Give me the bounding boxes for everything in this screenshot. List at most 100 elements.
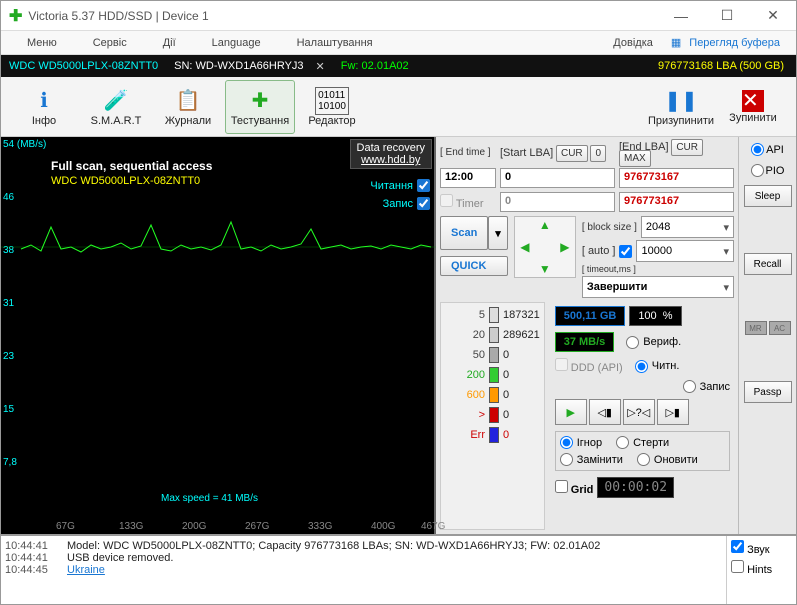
scan-dropdown-button[interactable]: ▾	[488, 216, 508, 250]
stat-label: Err	[445, 429, 485, 441]
log-message: USB device removed.	[67, 552, 173, 564]
stat-label: 5	[445, 309, 485, 321]
log-link[interactable]: Ukraine	[67, 564, 105, 576]
hints-checkbox[interactable]: Hints	[731, 560, 792, 576]
action-ignore-radio[interactable]: Ігнор	[560, 436, 602, 449]
menu-service[interactable]: Сервіс	[75, 37, 145, 49]
percent-display: 100 %	[629, 306, 681, 326]
endlba-max-button[interactable]: MAX	[619, 150, 651, 167]
arrow-down-button[interactable]: ▼	[537, 261, 553, 277]
timer-checkbox[interactable]: Timer	[440, 194, 496, 210]
play-button[interactable]: ▶	[555, 399, 587, 425]
recall-button[interactable]: Recall	[744, 253, 792, 275]
titlebar: ✚ Victoria 5.37 HDD/SSD | Device 1 — ☐ ✕	[1, 1, 796, 31]
mode-read-radio[interactable]: Читн.	[635, 360, 680, 373]
tab-editor[interactable]: 0101110100 Редактор	[297, 80, 367, 134]
blocksize-dropdown[interactable]: 2048	[641, 216, 734, 238]
journals-icon: 📋	[176, 87, 201, 115]
ddd-checkbox[interactable]: DDD (API)	[555, 358, 623, 374]
quick-button[interactable]: QUICK	[440, 256, 508, 276]
navigation-arrows: ▲ ▼ ◀ ▶	[514, 216, 576, 278]
device-fw: Fw: 02.01A02	[333, 60, 417, 72]
log-message: Model: WDC WD5000LPLX-08ZNTT0; Capacity …	[67, 540, 600, 552]
log-options: Звук Hints	[726, 536, 796, 604]
pause-button[interactable]: ❚❚ Призупинити	[646, 80, 716, 134]
x-tick: 400G	[371, 521, 395, 532]
buffer-view-link[interactable]: Перегляд буфера	[681, 37, 788, 49]
tab-testing[interactable]: ✚ Тестування	[225, 80, 295, 134]
menu-actions[interactable]: Дії	[145, 37, 194, 49]
main-toolbar: ℹ Інфо 🧪 S.M.A.R.T 📋 Журнали ✚ Тестуванн…	[1, 77, 796, 137]
endlba-input[interactable]: 976773167	[619, 168, 734, 188]
x-tick: 333G	[308, 521, 332, 532]
tag-ac[interactable]: AC	[769, 321, 791, 335]
endlba-cur-button[interactable]: CUR	[671, 139, 703, 156]
tab-smart[interactable]: 🧪 S.M.A.R.T	[81, 80, 151, 134]
auto-label: [ auto ]	[582, 245, 616, 257]
sleep-button[interactable]: Sleep	[744, 185, 792, 207]
startlba-zero-button[interactable]: 0	[590, 145, 606, 162]
x-tick: 467G	[421, 521, 445, 532]
sound-checkbox[interactable]: Звук	[731, 540, 792, 556]
stat-swatch	[489, 347, 499, 363]
action-replace-radio[interactable]: Замінити	[560, 453, 623, 466]
passp-button[interactable]: Passp	[744, 381, 792, 403]
log-timestamp: 10:44:41	[5, 540, 59, 552]
stat-value: 0	[503, 369, 509, 381]
startlba-cur-button[interactable]: CUR	[556, 145, 588, 162]
stat-swatch	[489, 427, 499, 443]
mode-write-radio[interactable]: Запис	[683, 380, 730, 393]
step-fwd-button[interactable]: ▷▮	[657, 399, 689, 425]
timeout-dropdown[interactable]: 10000	[636, 240, 734, 262]
smart-icon: 🧪	[104, 87, 129, 115]
grid-checkbox[interactable]: Grid	[555, 480, 594, 496]
pio-radio[interactable]: PIO	[751, 164, 785, 177]
minimize-button[interactable]: —	[666, 6, 696, 26]
status-panel: 500,11 GB 100 % 37 MB/s Вериф. DDD (API)…	[551, 302, 734, 530]
stat-value: 0	[503, 349, 509, 361]
endlba-header: [End LBA] CUR MAX	[619, 141, 734, 164]
arrow-up-button[interactable]: ▲	[537, 217, 553, 233]
stat-value: 0	[503, 389, 509, 401]
menu-menu[interactable]: Меню	[9, 37, 75, 49]
log-timestamp: 10:44:45	[5, 564, 59, 576]
stop-button[interactable]: ✕ Зупинити	[718, 80, 788, 134]
api-radio[interactable]: API	[751, 143, 784, 156]
scan-button[interactable]: Scan	[440, 216, 488, 250]
arrow-left-button[interactable]: ◀	[517, 239, 533, 255]
auto-checkbox[interactable]	[619, 245, 632, 258]
action-erase-radio[interactable]: Стерти	[616, 436, 669, 449]
menu-help[interactable]: Довідка	[595, 37, 671, 49]
x-tick: 133G	[119, 521, 143, 532]
startlba-input[interactable]: 0	[500, 168, 615, 188]
stat-label: 200	[445, 369, 485, 381]
stop-icon: ✕	[742, 90, 764, 112]
menu-language[interactable]: Language	[194, 37, 279, 49]
mode-verify-radio[interactable]: Вериф.	[626, 336, 681, 349]
x-tick: 267G	[245, 521, 269, 532]
action-refresh-radio[interactable]: Оновити	[637, 453, 698, 466]
volume-display: 500,11 GB	[555, 306, 626, 326]
close-button[interactable]: ✕	[758, 6, 788, 26]
speed-graph: 54 (MB/s) 46 38 31 23 15 7,8 Full scan, …	[1, 137, 436, 534]
stat-swatch	[489, 307, 499, 323]
buffer-icon: ▦	[671, 36, 681, 49]
tab-journals[interactable]: 📋 Журнали	[153, 80, 223, 134]
endtime-input[interactable]: 12:00	[440, 168, 496, 188]
stop-label: Зупинити	[729, 112, 777, 124]
testing-icon: ✚	[252, 87, 269, 115]
maximize-button[interactable]: ☐	[712, 6, 742, 26]
stat-swatch	[489, 387, 499, 403]
tag-mr[interactable]: MR	[745, 321, 767, 335]
tab-close-icon[interactable]: ✕	[308, 60, 333, 73]
tab-editor-label: Редактор	[308, 115, 355, 127]
tab-info[interactable]: ℹ Інфо	[9, 80, 79, 134]
arrow-right-button[interactable]: ▶	[557, 239, 573, 255]
stat-swatch	[489, 407, 499, 423]
finish-action-dropdown[interactable]: Завершити	[582, 276, 734, 298]
playback-controls: ▶ ◁▮ ▷?◁ ▷▮	[555, 399, 730, 425]
log-panel: 10:44:41 Model: WDC WD5000LPLX-08ZNTT0; C…	[1, 534, 796, 604]
menu-settings[interactable]: Налаштування	[279, 37, 391, 49]
ffwd-button[interactable]: ▷?◁	[623, 399, 655, 425]
step-back-button[interactable]: ◁▮	[589, 399, 621, 425]
